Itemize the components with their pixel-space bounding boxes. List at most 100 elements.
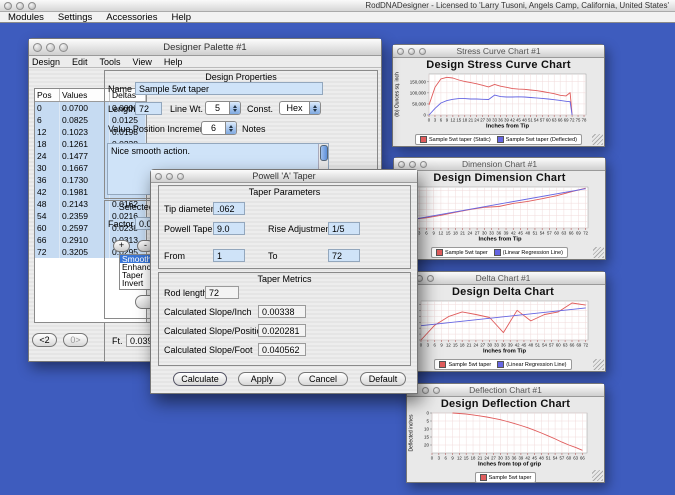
line-wt-stepper[interactable]: 5 [205,101,241,115]
menu-accessories[interactable]: Accessories [106,12,157,23]
length-field[interactable]: 72 [135,102,162,115]
from-label: From [164,251,185,261]
tip-diameter-label: Tip diameter [164,204,214,214]
plus-button[interactable]: + [113,240,130,252]
stepper-arrows-icon[interactable] [225,122,236,134]
svg-text:21: 21 [460,231,465,236]
window-title: Powell 'A' Taper [151,171,417,181]
menu-view[interactable]: View [133,57,152,67]
svg-text:12: 12 [450,118,455,123]
rod-length-label: Rod length [164,288,208,298]
dimension-chart-titlebar[interactable]: Dimension Chart #1 [394,158,605,171]
rod-length-field[interactable]: 72 [205,286,239,299]
svg-text:3: 3 [438,456,441,461]
powell-taper-field[interactable]: 9.0 [213,222,245,235]
svg-text:0: 0 [426,411,429,416]
svg-text:39: 39 [504,231,509,236]
col-header-values[interactable]: Values [60,89,110,102]
svg-text:57: 57 [549,343,554,348]
menu-help[interactable]: Help [164,57,183,67]
palette-menubar: Design Edit Tools View Help [29,56,381,68]
menu-tools[interactable]: Tools [100,57,121,67]
app-titlebar[interactable]: RodDNADesigner - Licensed to 'Larry Tuso… [0,0,675,12]
apply-button[interactable]: Apply [238,372,286,386]
stepper-arrows-icon[interactable] [309,102,320,114]
menu-settings[interactable]: Settings [58,12,92,23]
slope-foot-field[interactable]: 0.040562 [258,343,306,356]
app-menubar: Modules Settings Accessories Help [0,12,675,23]
svg-text:51: 51 [535,343,540,348]
palette-titlebar[interactable]: Designer Palette #1 [29,39,381,56]
svg-text:15: 15 [446,231,451,236]
forward-button[interactable]: 0> [63,333,88,347]
svg-text:18: 18 [460,343,465,348]
name-label: Name [108,84,132,94]
legend-item: Sample 5wt taper [480,474,532,481]
to-field[interactable]: 72 [328,249,360,262]
rise-adjustment-field[interactable]: 1/5 [328,222,360,235]
svg-text:24: 24 [474,343,479,348]
svg-text:100,000: 100,000 [410,90,427,95]
delta-chart-titlebar[interactable]: Delta Chart #1 [401,272,605,285]
zoom-icon[interactable] [28,2,36,10]
svg-text:15: 15 [456,118,461,123]
deflection-chart-titlebar[interactable]: Deflection Chart #1 [407,384,604,397]
svg-text:3: 3 [434,118,437,123]
window-title: Stress Curve Chart #1 [393,46,604,56]
minimize-icon[interactable] [16,2,24,10]
menu-edit[interactable]: Edit [72,57,88,67]
resize-grip[interactable] [593,247,604,258]
dimension-chart-window: Dimension Chart #1 Design Dimension Char… [393,157,606,260]
svg-text:33: 33 [494,343,499,348]
menu-modules[interactable]: Modules [8,12,44,23]
default-button[interactable]: Default [360,372,406,386]
back-button[interactable]: <2 [32,333,57,347]
vpi-stepper[interactable]: 6 [201,121,237,135]
deflection-chart-window: Deflection Chart #1 Design Deflection Ch… [406,383,605,483]
scroll-thumb[interactable] [320,145,328,161]
svg-text:21: 21 [468,118,473,123]
close-icon[interactable] [4,2,12,10]
resize-grip[interactable] [592,470,603,481]
legend-swatch-icon [494,249,501,256]
slope-position-label: Calculated Slope/Position [164,326,267,336]
svg-text:5: 5 [426,419,429,424]
svg-text:54: 54 [542,343,547,348]
svg-text:63: 63 [573,456,578,461]
slope-foot-label: Calculated Slope/Foot [164,345,253,355]
notes-label: Notes [242,124,266,134]
svg-text:48: 48 [528,343,533,348]
svg-text:60: 60 [566,456,571,461]
svg-text:66: 66 [570,343,575,348]
svg-text:30: 30 [487,343,492,348]
resize-grip[interactable] [592,134,603,145]
svg-text:0: 0 [423,113,426,118]
const-stepper[interactable]: Hex [279,101,321,115]
legend-swatch-icon [497,136,504,143]
tip-diameter-field[interactable]: .062 [213,202,245,215]
window-title: Deflection Chart #1 [407,385,604,395]
svg-text:6: 6 [425,231,428,236]
ft-label: Ft. [112,336,123,346]
svg-text:21: 21 [467,343,472,348]
col-header-pos[interactable]: Pos [35,89,60,102]
svg-text:51: 51 [533,231,538,236]
stress-chart-titlebar[interactable]: Stress Curve Chart #1 [393,45,604,58]
svg-text:54: 54 [553,456,558,461]
svg-text:42: 42 [511,231,516,236]
slope-position-field[interactable]: 0.020281 [258,324,306,337]
svg-text:57: 57 [540,118,545,123]
slope-inch-field[interactable]: 0.00338 [258,305,306,318]
name-field[interactable]: Sample 5wt taper [135,82,323,95]
resize-grip[interactable] [593,359,604,370]
svg-text:18: 18 [471,456,476,461]
dialog-titlebar[interactable]: Powell 'A' Taper [151,170,417,183]
calculate-button[interactable]: Calculate [173,372,227,386]
svg-text:6: 6 [444,456,447,461]
legend-swatch-icon [436,249,443,256]
menu-design[interactable]: Design [32,57,60,67]
menu-help[interactable]: Help [171,12,191,23]
stepper-arrows-icon[interactable] [229,102,240,114]
cancel-button[interactable]: Cancel [298,372,348,386]
from-field[interactable]: 1 [213,249,245,262]
